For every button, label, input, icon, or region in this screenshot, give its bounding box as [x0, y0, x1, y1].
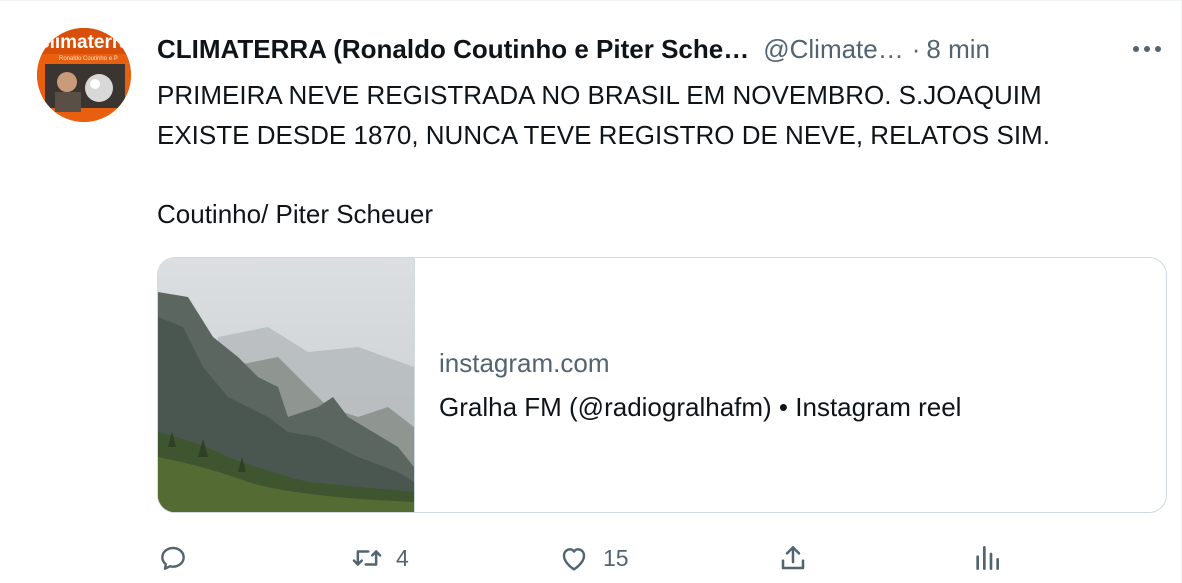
card-title: Gralha FM (@radiogralhafm) • Instagram r… [439, 392, 962, 422]
analytics-button[interactable] [971, 538, 1015, 578]
tweet-signature: Coutinho/ Piter Scheuer [157, 199, 434, 229]
retweet-icon [352, 550, 382, 566]
reply-button[interactable] [157, 538, 201, 578]
link-preview-card[interactable]: instagram.com Gralha FM (@radiogralhafm)… [157, 257, 1167, 513]
avatar-image: climaterra Ronaldo Coutinho e P [37, 28, 131, 122]
card-thumbnail [158, 258, 415, 512]
card-info: instagram.com Gralha FM (@radiogralhafm)… [415, 258, 961, 512]
tweet-header: CLIMATERRA (Ronaldo Coutinho e Piter Sch… [157, 31, 1167, 67]
share-icon [781, 546, 805, 570]
more-icon [1133, 46, 1161, 52]
like-button[interactable]: 15 [557, 538, 629, 578]
tweet-action-bar: 4 15 [157, 538, 1017, 578]
mountain-landscape-image [158, 258, 414, 512]
more-options-button[interactable] [1127, 31, 1167, 67]
share-button[interactable] [777, 538, 821, 578]
avatar-logo-subtext: Ronaldo Coutinho e P [59, 56, 118, 62]
tweet-text-line: EXISTE DESDE 1870, NUNCA TEVE REGISTRO D… [157, 120, 1050, 150]
header-separator: · [911, 33, 921, 64]
like-count: 15 [603, 544, 629, 571]
analytics-icon [976, 546, 999, 570]
retweet-count: 4 [396, 544, 409, 571]
tweet-text: PRIMEIRA NEVE REGISTRADA NO BRASIL EM NO… [157, 75, 1157, 234]
tweet-text-line: PRIMEIRA NEVE REGISTRADA NO BRASIL EM NO… [157, 80, 1042, 110]
avatar[interactable]: climaterra Ronaldo Coutinho e P [37, 28, 131, 122]
tweet[interactable]: climaterra Ronaldo Coutinho e P CLIMATER… [0, 0, 1182, 583]
tweet-timestamp[interactable]: 8 min [926, 34, 990, 65]
author-handle[interactable]: @Climate… [763, 34, 904, 65]
reply-icon [161, 546, 185, 570]
heart-icon [562, 548, 586, 571]
avatar-logo-text: climaterra [39, 32, 130, 53]
author-display-name[interactable]: CLIMATERRA (Ronaldo Coutinho e Piter Sch… [157, 34, 749, 65]
card-domain: instagram.com [439, 348, 610, 378]
retweet-button[interactable]: 4 [350, 538, 409, 578]
